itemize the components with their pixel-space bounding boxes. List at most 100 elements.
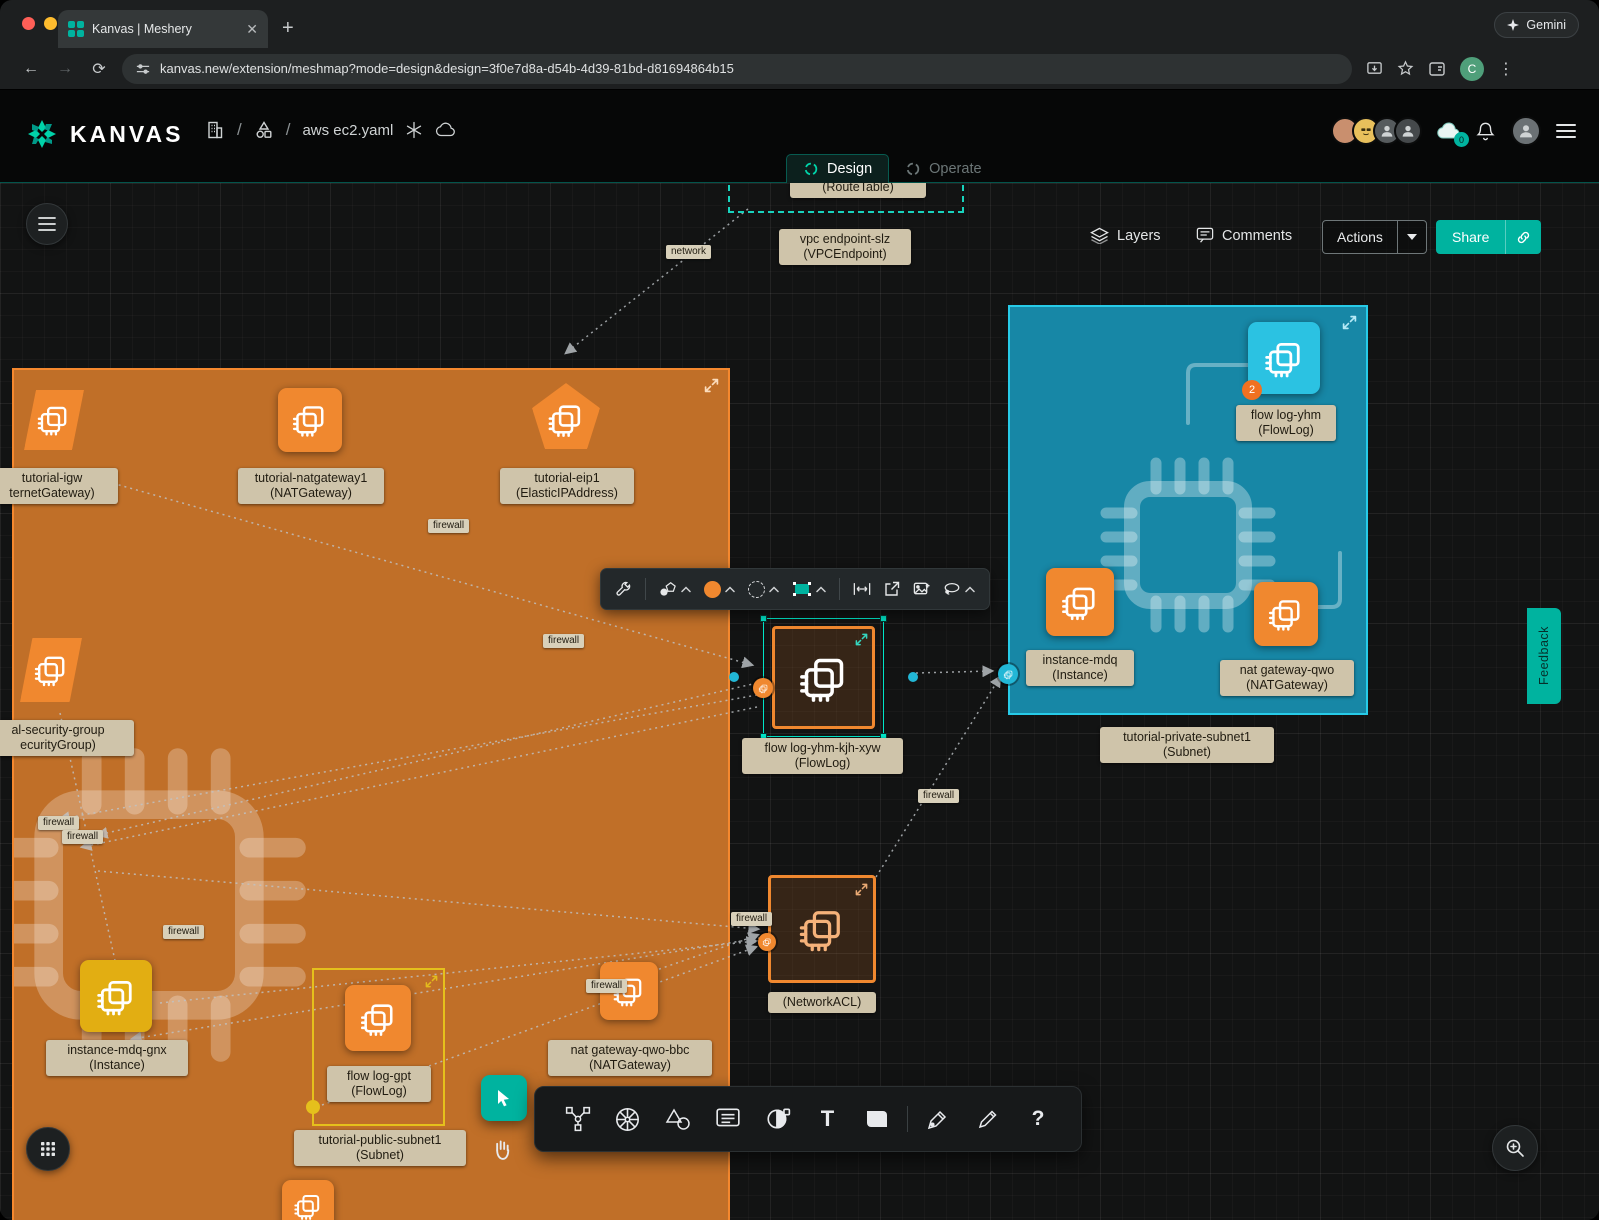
pan-tool-button[interactable] [489,1135,519,1165]
snowflake-icon[interactable] [405,121,423,139]
node-label: tutorial-natgateway1(NATGateway) [238,468,384,504]
canvas-menu-button[interactable] [26,203,68,245]
text-tool[interactable]: T [807,1099,847,1139]
expand-icon[interactable] [855,633,868,646]
fill-color-button[interactable] [704,581,735,598]
organization-icon[interactable] [205,120,225,140]
group-flow-log-gpt[interactable]: flow log-gpt(FlowLog) [312,968,445,1126]
selection-style-button[interactable] [792,581,826,597]
gemini-badge[interactable]: Gemini [1494,12,1579,38]
frame-tool[interactable] [857,1099,897,1139]
tab-close-icon[interactable]: ✕ [246,22,258,36]
tab-design[interactable]: Design [786,154,889,183]
edge-label-firewall: firewall [62,830,103,844]
comments-button[interactable]: Comments [1196,227,1292,244]
lasso-tool-button[interactable] [943,581,975,597]
share-button[interactable]: Share [1436,220,1541,254]
node-instance-mdq[interactable] [1046,568,1114,636]
collaborator-avatar[interactable] [1394,117,1422,145]
back-button[interactable]: ← [14,60,48,78]
styles-tool[interactable] [758,1099,798,1139]
shape-picker-button[interactable] [659,581,691,597]
profile-avatar[interactable]: C [1460,57,1484,81]
close-window-button[interactable] [22,17,35,30]
app-menu-icon[interactable] [1555,122,1577,140]
bookmark-star-icon[interactable] [1397,60,1414,77]
edge-handle[interactable] [306,1100,320,1114]
help-tool[interactable]: ? [1018,1099,1058,1139]
collaborator-avatars[interactable] [1338,117,1422,145]
node-label: flow log-yhm(FlowLog) [1236,405,1336,441]
user-avatar[interactable] [1511,116,1541,146]
resize-dot[interactable] [729,672,739,682]
open-in-new-button[interactable] [884,581,900,597]
reload-button[interactable]: ⟳ [82,59,116,79]
select-tool-button[interactable] [481,1075,527,1121]
feedback-tab[interactable]: Feedback [1527,608,1561,704]
node-label: (RouteTable) [790,183,926,198]
browser-tab[interactable]: Kanvas | Meshery ✕ [58,10,268,48]
expand-icon[interactable] [1342,315,1357,330]
chip-icon [1266,594,1306,634]
configure-tool-button[interactable] [615,581,632,598]
node-nat-gateway-qwo[interactable] [1254,582,1318,646]
designs-icon[interactable] [254,120,274,140]
edge-handle[interactable] [753,678,773,698]
edge-label-firewall: firewall [428,519,469,533]
design-file-name[interactable]: aws ec2.yaml [302,122,393,139]
border-style-button[interactable] [748,581,779,598]
node-label: tutorial-igwternetGateway) [0,468,118,504]
address-bar[interactable]: kanvas.new/extension/meshmap?mode=design… [122,54,1352,84]
node-flow-log-gpt[interactable] [345,985,411,1051]
kanvas-brand[interactable]: KANVAS [26,118,183,150]
pen-tool[interactable] [918,1099,958,1139]
expand-icon[interactable] [425,975,438,988]
kubernetes-tool[interactable] [608,1099,648,1139]
zoom-button[interactable] [1492,1125,1538,1171]
annotation-tool[interactable] [708,1099,748,1139]
toolbar-right: C ⋮ [1366,57,1515,81]
pencil-tool[interactable] [968,1099,1008,1139]
node-partial[interactable] [282,1180,334,1220]
operate-mode-icon [905,161,921,177]
component-graph-tool[interactable] [558,1099,598,1139]
tab-operate[interactable]: Operate [889,155,997,183]
node-instance-mdq-gnx[interactable] [80,960,152,1032]
minimize-window-button[interactable] [44,17,57,30]
add-image-button[interactable] [913,581,930,597]
edge-label-firewall: firewall [586,979,627,993]
toolbar-divider [839,578,840,600]
node-tutorial-natgateway1[interactable] [278,388,342,452]
breadcrumb-separator: / [286,120,291,140]
selected-node-body[interactable] [772,626,875,729]
layers-button[interactable]: Layers [1090,227,1161,244]
expand-icon[interactable] [704,378,719,393]
node-network-acl[interactable] [768,875,876,983]
chevron-up-icon [725,586,735,593]
actions-button[interactable]: Actions [1322,220,1427,254]
save-page-icon[interactable] [1366,60,1383,77]
browser-tools-icon[interactable] [1428,60,1446,78]
kanvas-logo-icon [26,118,58,150]
resize-dot[interactable] [908,672,918,682]
node-flow-log-selected[interactable] [763,618,884,737]
cloud-sync-icon[interactable] [435,122,457,138]
node-label: vpc endpoint-slz(VPCEndpoint) [779,229,911,265]
resize-tool-button[interactable] [853,581,871,597]
subnet-edge-handle[interactable] [998,664,1018,684]
copy-link-icon[interactable] [1505,220,1541,254]
site-settings-icon[interactable] [136,62,150,76]
expand-icon[interactable] [855,883,868,896]
browser-menu-icon[interactable]: ⋮ [1498,59,1515,79]
edge-label-firewall: firewall [918,789,959,803]
cloud-status[interactable]: 0 [1436,122,1462,140]
design-canvas[interactable]: (RouteTable) vpc endpoint-slz(VPCEndpoin… [0,183,1599,1220]
forward-button[interactable]: → [48,60,82,78]
actions-dropdown-icon[interactable] [1397,221,1426,253]
shapes-tool[interactable] [658,1099,698,1139]
new-tab-button[interactable]: + [282,17,294,40]
apps-grid-button[interactable] [26,1127,70,1171]
edge-handle[interactable] [758,933,776,951]
chevron-up-icon [681,586,691,593]
bell-icon[interactable] [1476,121,1495,141]
